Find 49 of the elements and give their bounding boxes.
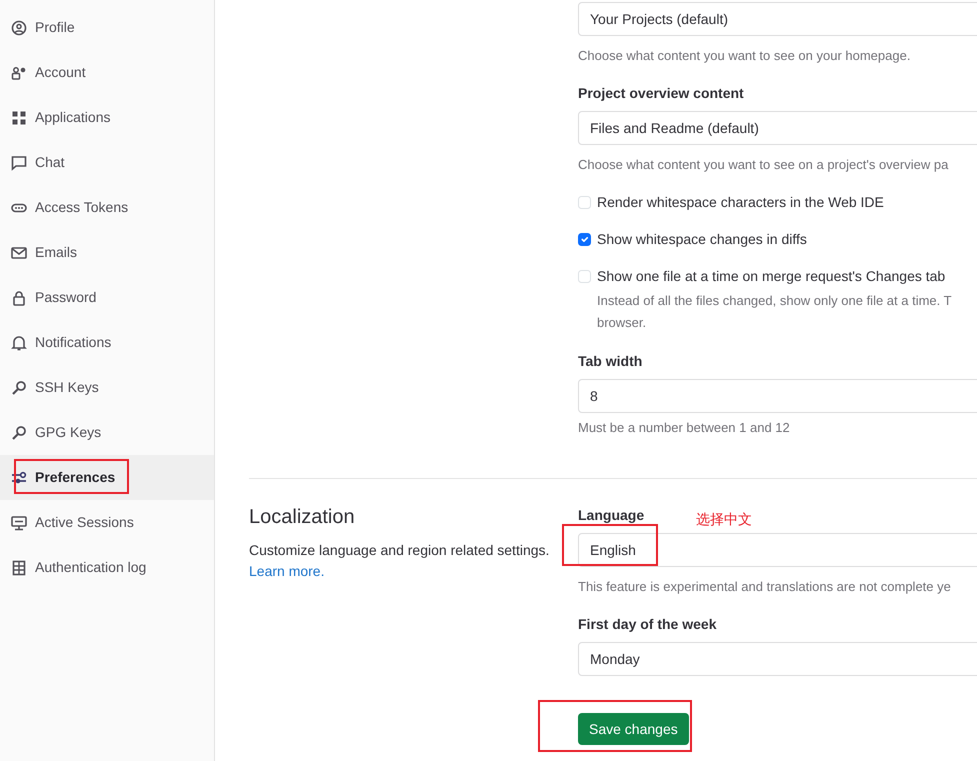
user-gear-icon — [11, 64, 27, 80]
lock-icon — [11, 290, 27, 306]
learn-more-link[interactable]: Learn more. — [249, 563, 324, 579]
key-icon — [11, 424, 27, 440]
grid-icon — [11, 110, 27, 126]
sidebar-item[interactable]: Emails — [0, 230, 214, 275]
help-text: Must be a number between 1 and 12 — [578, 419, 791, 437]
select-field[interactable]: Monday — [578, 642, 977, 676]
checkbox-label: Show whitespace changes in diffs — [597, 230, 807, 249]
chat-icon — [11, 154, 27, 170]
monitor-icon — [11, 514, 27, 530]
select-field[interactable]: Files and Readme (default) — [578, 111, 977, 145]
help-text: Choose what content you want to see on a project's overview pa — [578, 156, 950, 174]
sidebar-item[interactable]: Chat — [0, 140, 214, 185]
profile-icon — [11, 20, 27, 36]
help-text: browser. — [597, 314, 646, 332]
field-label: First day of the week — [578, 615, 716, 634]
envelope-icon — [11, 244, 27, 260]
checkbox-label: Show one file at a time on merge request's Changes tab — [597, 267, 946, 286]
sidebar-item[interactable]: GPG Keys — [0, 410, 214, 455]
field-label: Project overview content — [578, 84, 744, 103]
help-text: Choose what content you want to see on your homepage. — [578, 47, 912, 65]
checkbox[interactable] — [578, 232, 591, 246]
sidebar-item[interactable]: Profile — [0, 5, 214, 50]
sidebar-item[interactable]: Preferences — [0, 455, 214, 500]
sidebar-item[interactable]: Applications — [0, 95, 214, 140]
sidebar-item[interactable]: Active Sessions — [0, 500, 214, 545]
sidebar-item[interactable]: SSH Keys — [0, 365, 214, 410]
table-icon — [11, 560, 27, 576]
description-text: Customize language and region related settings. — [249, 542, 550, 558]
field-label: Tab width — [578, 352, 642, 371]
help-text: This feature is experimental and translations are not complete ye — [578, 578, 952, 596]
select-field[interactable]: Your Projects (default) — [578, 2, 977, 36]
number-field[interactable]: 8 — [578, 379, 977, 413]
sidebar-item[interactable]: Account — [0, 50, 214, 95]
sidebar-item[interactable]: Notifications — [0, 320, 214, 365]
field-label: Language — [578, 506, 644, 525]
bell-icon — [11, 334, 27, 350]
save-button[interactable]: Save changes — [578, 713, 689, 745]
section-title: Localization — [249, 505, 356, 529]
sidebar-item[interactable]: Access Tokens — [0, 185, 214, 230]
sidebar-item[interactable]: Authentication log — [0, 545, 214, 590]
help-text: Instead of all the files changed, show only one file at a time. T — [597, 292, 952, 310]
key-icon — [11, 380, 27, 396]
annotation-note: 选择中文 — [696, 510, 752, 529]
sliders-icon — [11, 470, 27, 486]
checkbox-label: Render whitespace characters in the Web IDE — [597, 193, 884, 212]
select-field[interactable]: English — [578, 533, 977, 567]
sidebar-item[interactable]: Password — [0, 275, 214, 320]
